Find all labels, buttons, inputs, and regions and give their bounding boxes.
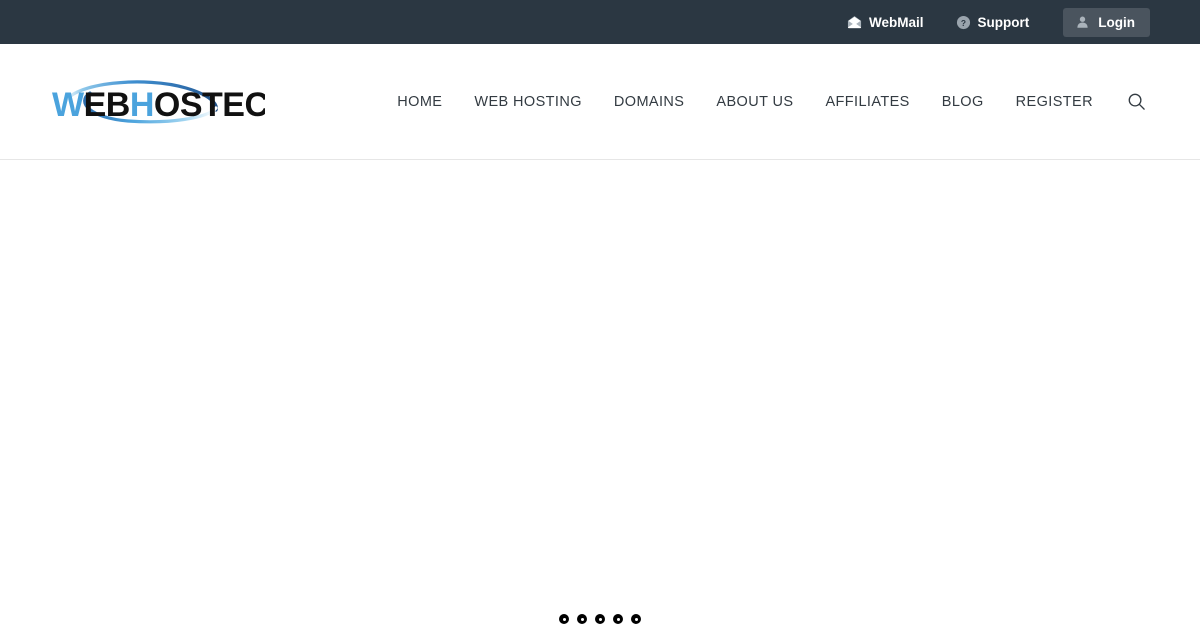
question-circle-icon: ?: [956, 15, 971, 30]
site-logo[interactable]: WEBHOSTECH WEBHOSTECH: [50, 72, 280, 132]
hero-dot-2[interactable]: [577, 614, 587, 624]
nav-item-affiliates[interactable]: AFFILIATES: [809, 44, 925, 160]
site-header: WEBHOSTECH WEBHOSTECH HOME WEB HOSTING D…: [0, 44, 1200, 160]
search-button[interactable]: [1109, 44, 1150, 160]
nav-item-home[interactable]: HOME: [381, 44, 458, 160]
hero-dot-3[interactable]: [595, 614, 605, 624]
webmail-link[interactable]: WebMail: [831, 0, 940, 44]
nav-item-domains[interactable]: DOMAINS: [598, 44, 700, 160]
main-navigation: HOME WEB HOSTING DOMAINS ABOUT US AFFILI…: [381, 44, 1150, 160]
user-icon: [1075, 15, 1090, 30]
hero-slider-pagination: [0, 609, 1200, 629]
envelope-icon: [847, 15, 862, 30]
support-label: Support: [977, 14, 1030, 30]
login-button[interactable]: Login: [1063, 7, 1150, 37]
webmail-label: WebMail: [868, 14, 924, 30]
nav-item-blog[interactable]: BLOG: [926, 44, 1000, 160]
search-icon: [1127, 92, 1146, 111]
support-link[interactable]: ? Support: [940, 0, 1046, 44]
svg-text:WEBHOSTECH: WEBHOSTECH: [52, 86, 265, 124]
nav-item-register[interactable]: REGISTER: [1000, 44, 1109, 160]
nav-item-web-hosting[interactable]: WEB HOSTING: [458, 44, 598, 160]
hero-slider: [0, 160, 1200, 633]
hero-dot-5[interactable]: [631, 614, 641, 624]
nav-item-about-us[interactable]: ABOUT US: [700, 44, 809, 160]
hero-dot-4[interactable]: [613, 614, 623, 624]
svg-text:?: ?: [960, 17, 965, 27]
login-label: Login: [1098, 14, 1135, 30]
top-utility-bar: WebMail ? Support Login: [0, 0, 1200, 44]
hero-dot-1[interactable]: [559, 614, 569, 624]
hero-slide-stage: [0, 160, 1200, 633]
top-utility-bar-links: WebMail ? Support Login: [831, 0, 1150, 44]
